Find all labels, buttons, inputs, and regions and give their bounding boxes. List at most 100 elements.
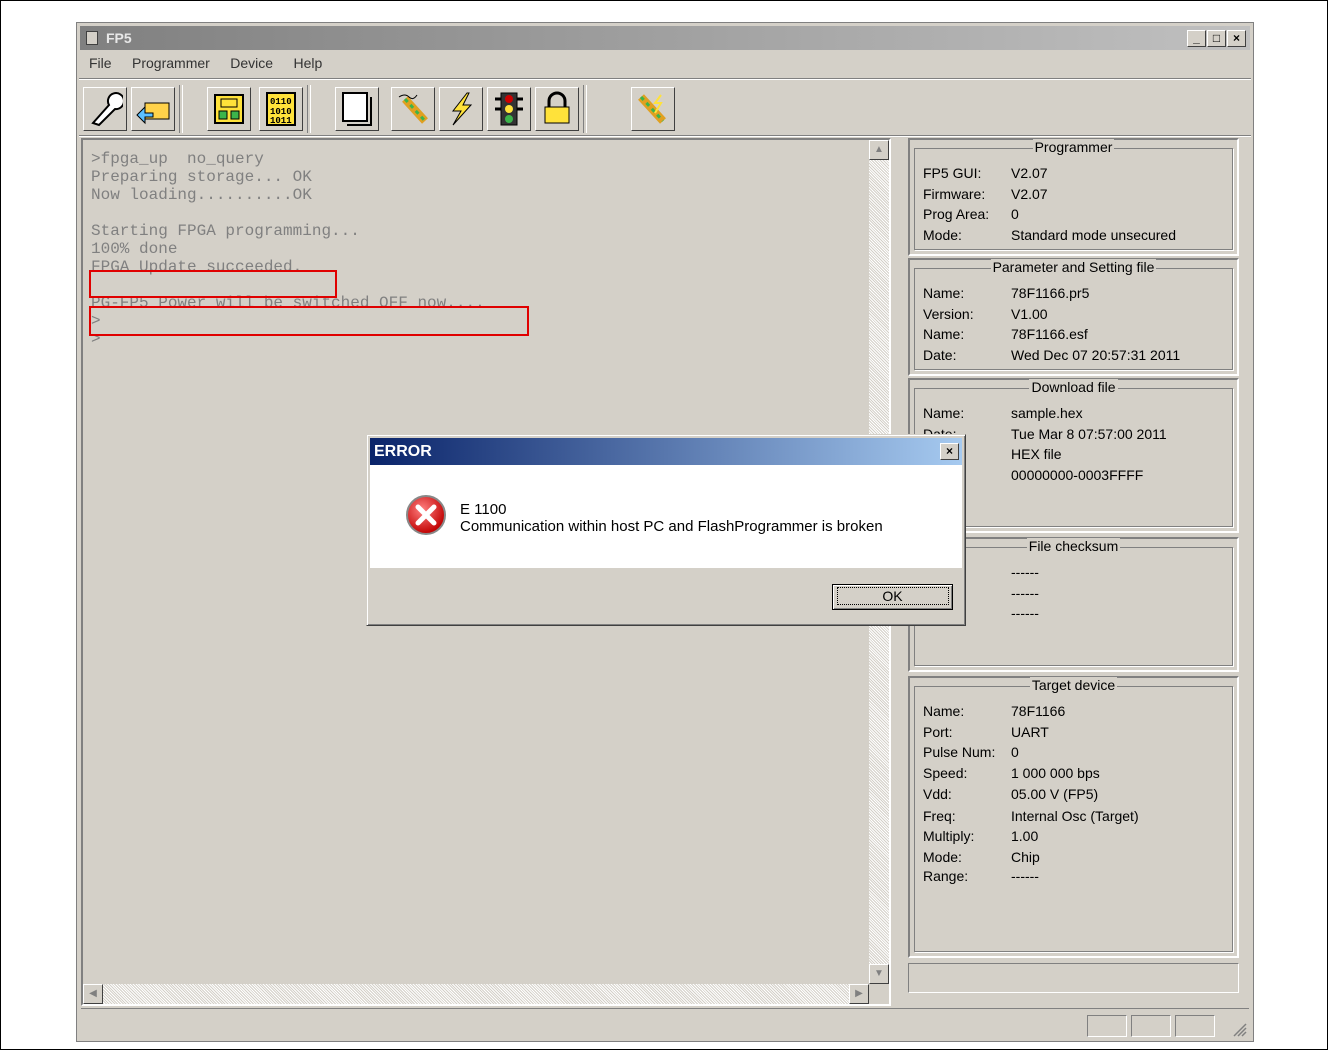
menu-file[interactable]: File <box>81 53 120 73</box>
parameter-panel: Parameter and Setting file Name: 78F1166.… <box>908 258 1239 376</box>
target-panel: Target device Name: 78F1166 Port: UART Pul… <box>908 676 1239 958</box>
toolbar-divider <box>79 135 1251 137</box>
ok-label: OK <box>836 587 949 605</box>
blank-check-button[interactable] <box>335 87 379 131</box>
info-key: Mode: <box>923 227 962 243</box>
programmer-title-text: Programmer <box>1032 139 1115 155</box>
error-code: E 1100 <box>460 501 507 518</box>
chip-layout-icon <box>214 94 244 124</box>
info-key: Multiply: <box>923 828 975 844</box>
scroll-right-button[interactable]: ▶ <box>849 984 869 1004</box>
info-key: Version: <box>923 306 974 322</box>
status-cell <box>1131 1015 1171 1037</box>
highlight-fpga-update <box>89 270 337 298</box>
info-value: Internal Osc (Target) <box>1011 808 1139 824</box>
info-value: 78F1166.esf <box>1011 326 1088 342</box>
erase-pen-icon <box>398 94 428 124</box>
info-key: Vdd: <box>923 786 952 802</box>
info-key: Firmware: <box>923 186 986 202</box>
dialog-message: E 1100 Communication within host PC and … <box>460 501 883 535</box>
info-row: Freq: Internal Osc (Target) <box>923 808 1139 824</box>
info-value: 78F1166 <box>1011 703 1066 719</box>
status-bar <box>81 1008 1249 1037</box>
horizontal-scrollbar[interactable]: ◀ ▶ <box>83 984 869 1004</box>
info-value: Wed Dec 07 20:57:31 2011 <box>1011 347 1181 363</box>
info-value: 0 <box>1011 744 1019 760</box>
maximize-button[interactable]: □ <box>1207 30 1226 47</box>
info-value: V2.07 <box>1011 165 1048 181</box>
open-button[interactable] <box>131 87 175 131</box>
toolbar-separator <box>307 85 311 133</box>
toolbar-separator <box>179 85 183 133</box>
dialog-title: ERROR <box>374 443 432 460</box>
download-title-text: Download file <box>1029 379 1118 395</box>
checksum-title-text: File checksum <box>1026 538 1121 554</box>
parameter-title: Parameter and Setting file <box>915 259 1232 275</box>
menu-bar: File Programmer Device Help <box>81 53 330 75</box>
autoprocedure-button[interactable] <box>631 87 675 131</box>
info-value: ------ <box>1011 605 1039 621</box>
toolbar-separator <box>583 85 587 133</box>
info-row: Name: 78F1166 <box>923 703 1065 719</box>
erase-button[interactable] <box>391 87 435 131</box>
progress-box <box>908 963 1239 993</box>
security-lock-icon <box>544 91 570 124</box>
error-x-icon <box>406 495 446 535</box>
program-button[interactable] <box>439 87 483 131</box>
info-row: Mode: Standard mode unsecured <box>923 227 1176 243</box>
parameter-group: Parameter and Setting file Name: 78F1166.… <box>914 259 1233 370</box>
minimize-button[interactable]: _ <box>1187 30 1206 47</box>
info-key: Name: <box>923 326 965 342</box>
info-row: Prog Area: 0 <box>923 206 1019 222</box>
binary-data-icon: 011010101011 <box>266 92 296 126</box>
info-value: Standard mode unsecured <box>1011 227 1176 243</box>
log-line: >fpga_up no_query <box>91 150 264 168</box>
info-value: ------ <box>1011 585 1039 601</box>
target-group: Target device Name: 78F1166 Port: UART Pul… <box>914 677 1233 952</box>
ok-button[interactable]: OK <box>832 584 953 610</box>
device-setup-button[interactable] <box>207 87 251 131</box>
svg-text:0110: 0110 <box>270 97 292 107</box>
info-row: Speed: 1 000 000 bps <box>923 765 1100 781</box>
programmer-title: Programmer <box>915 139 1232 155</box>
info-value: ------ <box>1011 564 1039 580</box>
menu-help[interactable]: Help <box>286 53 331 73</box>
app-icon <box>86 31 98 45</box>
highlight-power-off <box>89 306 529 336</box>
buffer-button[interactable]: 0110 1010 1011 <box>259 87 303 131</box>
menu-device[interactable]: Device <box>222 53 281 73</box>
traffic-light-icon <box>495 92 523 126</box>
error-dialog: ERROR × E 1100 Communication within host… <box>366 434 966 626</box>
info-value: 1 000 000 bps <box>1011 765 1100 781</box>
open-folder-icon <box>136 102 170 125</box>
info-row: Port: UART <box>923 724 1049 740</box>
scroll-down-button[interactable]: ▼ <box>869 964 889 984</box>
log-line: Now loading..........OK <box>91 186 312 204</box>
security-button[interactable] <box>535 87 579 131</box>
resize-grip-icon[interactable] <box>1233 1023 1247 1037</box>
info-row: Date: Wed Dec 07 20:57:31 2011 <box>923 347 1180 363</box>
info-value: 1.00 <box>1011 828 1039 844</box>
info-key: FP5 GUI: <box>923 165 982 181</box>
svg-text:1011: 1011 <box>270 116 292 126</box>
scroll-left-button[interactable]: ◀ <box>83 984 103 1004</box>
status-cell <box>1175 1015 1215 1037</box>
verify-button[interactable] <box>487 87 531 131</box>
info-row: Name: 78F1166.pr5 <box>923 285 1089 301</box>
info-row: Pulse Num: 0 <box>923 744 1019 760</box>
info-value: sample.hex <box>1011 405 1083 421</box>
dialog-close-button[interactable]: × <box>940 443 959 460</box>
log-line: Preparing storage... OK <box>91 168 312 186</box>
setup-button[interactable] <box>83 87 127 131</box>
info-row: Multiply: 1.00 <box>923 828 1038 844</box>
info-key: Mode: <box>923 849 962 865</box>
scroll-up-button[interactable]: ▲ <box>869 140 889 160</box>
menu-divider <box>79 78 1251 80</box>
info-row: Name: 78F1166.esf <box>923 326 1088 342</box>
close-button[interactable]: × <box>1227 30 1246 47</box>
info-row: Mode: Chip <box>923 849 1040 865</box>
info-key: Port: <box>923 724 953 740</box>
menu-programmer[interactable]: Programmer <box>124 53 218 73</box>
info-value: 0 <box>1011 206 1019 222</box>
